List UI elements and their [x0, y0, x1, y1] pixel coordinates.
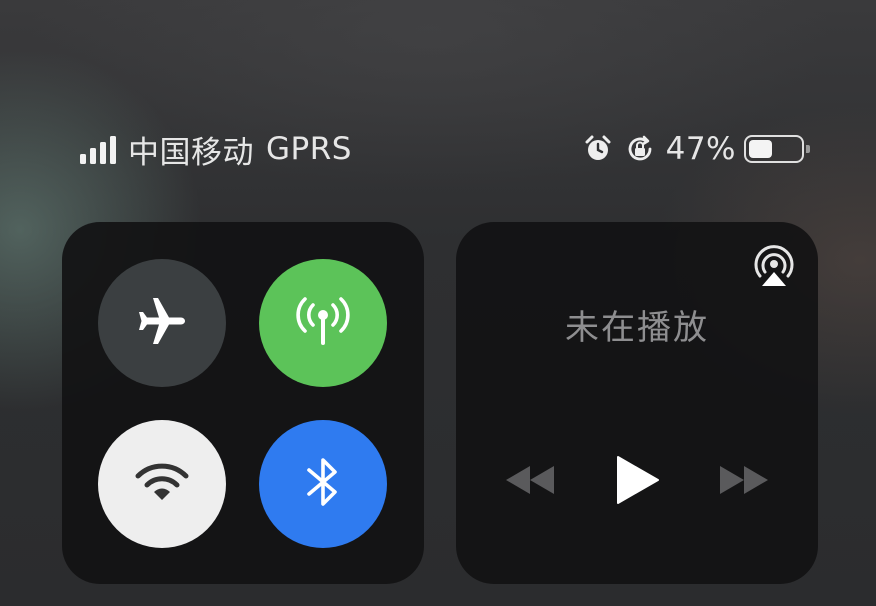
cellular-antenna-icon: [291, 289, 355, 357]
bluetooth-icon: [301, 452, 345, 516]
media-controls: [456, 452, 818, 512]
play-icon: [614, 455, 660, 509]
now-playing-status: 未在播放: [565, 308, 709, 348]
cellular-data-toggle[interactable]: [259, 259, 387, 387]
fast-forward-icon: [716, 464, 772, 500]
fast-forward-button[interactable]: [712, 454, 776, 510]
battery-percentage: 47%: [665, 131, 736, 167]
rewind-icon: [502, 464, 558, 500]
rotation-lock-icon: [624, 133, 656, 165]
wifi-icon: [134, 458, 190, 510]
battery-icon: [744, 135, 810, 163]
airplane-icon: [133, 292, 191, 354]
battery-fill: [749, 140, 772, 158]
airplay-button[interactable]: [750, 244, 798, 292]
alarm-clock-icon: [582, 133, 614, 165]
battery-nub: [806, 145, 810, 153]
carrier-name: 中国移动: [128, 134, 254, 171]
rewind-button[interactable]: [498, 454, 562, 510]
status-bar: 中国移动 GPRS 47%: [80, 124, 810, 174]
play-button[interactable]: [605, 454, 669, 510]
airplane-mode-toggle[interactable]: [98, 259, 226, 387]
signal-strength-icon: [80, 134, 116, 164]
airplay-icon: [750, 242, 798, 294]
network-type: GPRS: [266, 131, 352, 167]
media-panel: 未在播放: [456, 222, 818, 584]
status-right: 47%: [582, 131, 810, 167]
bluetooth-toggle[interactable]: [259, 420, 387, 548]
status-left: 中国移动 GPRS: [80, 127, 352, 172]
connectivity-panel: [62, 222, 424, 584]
wifi-toggle[interactable]: [98, 420, 226, 548]
